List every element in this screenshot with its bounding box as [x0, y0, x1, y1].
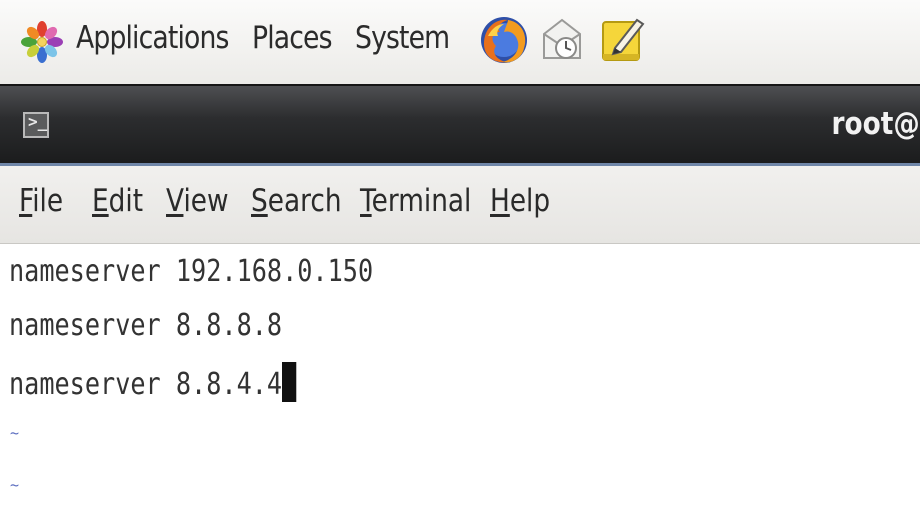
applications-menu[interactable]: Applications: [76, 20, 229, 56]
window-title: root@: [831, 106, 920, 142]
terminal-line: nameserver 8.8.4.4: [9, 362, 297, 402]
firefox-icon[interactable]: [478, 14, 530, 66]
terminal-line: nameserver 8.8.8.8: [9, 308, 283, 343]
menu-bar: File Edit View Search Terminal Help: [0, 166, 920, 244]
empty-line-marker: ~: [10, 476, 20, 494]
menu-help[interactable]: Help: [490, 183, 550, 219]
screen: Applications Places System >_ root@ File…: [0, 0, 920, 505]
menu-file[interactable]: File: [19, 183, 63, 219]
applications-icon[interactable]: [20, 20, 64, 64]
mail-clock-icon[interactable]: [536, 14, 588, 66]
terminal-line: nameserver 192.168.0.150: [9, 254, 374, 289]
system-menu[interactable]: System: [355, 20, 450, 56]
places-menu[interactable]: Places: [252, 20, 332, 56]
menu-view[interactable]: View: [166, 183, 229, 219]
terminal-area[interactable]: nameserver 192.168.0.150 nameserver 8.8.…: [0, 244, 920, 505]
window-title-bar[interactable]: >_ root@: [0, 84, 920, 166]
notes-icon[interactable]: [597, 14, 649, 66]
empty-line-marker: ~: [10, 424, 20, 442]
terminal-icon[interactable]: >_: [23, 112, 49, 138]
menu-terminal[interactable]: Terminal: [360, 183, 471, 219]
top-panel: Applications Places System: [0, 0, 920, 84]
text-cursor: [282, 362, 297, 402]
menu-search[interactable]: Search: [251, 183, 342, 219]
menu-edit[interactable]: Edit: [92, 183, 143, 219]
